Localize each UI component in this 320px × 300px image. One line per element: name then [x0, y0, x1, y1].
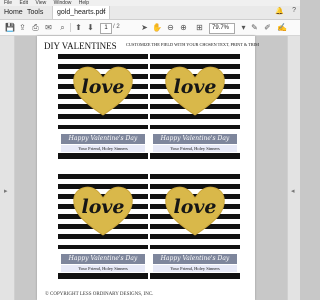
page-title: DIY VALENTINES	[44, 41, 117, 51]
page-down-icon[interactable]: ⬇	[86, 23, 95, 32]
from-field[interactable]: Your Friend, Holey Sinners	[61, 265, 145, 272]
from-field[interactable]: Your Friend, Holey Sinners	[153, 265, 237, 272]
tab-document-label: gold_hearts.pdf	[57, 9, 106, 16]
print-icon[interactable]: ⎙	[31, 23, 40, 32]
divider	[58, 153, 148, 159]
from-field[interactable]: Your Friend, Holey Sinners	[61, 145, 145, 152]
hand-tool-icon[interactable]: ✋	[152, 23, 162, 32]
page-up-icon[interactable]: ⬆	[74, 23, 83, 32]
search-icon[interactable]: ⌕	[58, 23, 67, 32]
toolbar: 💾 ⇪ ⎙ ✉ ⌕ ⬆ ⬇ 1 / 2 ➤ ✋ ⊖ ⊕ ⊞ 79.7% ▾ ✎ …	[0, 20, 300, 36]
valentine-card: love Happy Valentine's Day Your Friend, …	[150, 174, 240, 284]
divider	[58, 129, 148, 132]
divider	[150, 249, 240, 252]
tab-tools[interactable]: Tools	[27, 6, 43, 19]
greeting-banner: Happy Valentine's Day	[153, 254, 237, 264]
tab-home[interactable]: Home	[4, 6, 23, 19]
divider	[150, 129, 240, 132]
help-icon[interactable]: ?	[292, 7, 296, 14]
divider	[58, 249, 148, 252]
heart-text: love	[81, 76, 125, 98]
upload-icon[interactable]: ⇪	[18, 23, 27, 32]
from-field[interactable]: Your Friend, Holey Sinners	[153, 145, 237, 152]
separator	[70, 23, 71, 32]
page-number-input[interactable]: 1	[100, 23, 112, 34]
fit-page-icon[interactable]: ⊞	[195, 23, 204, 32]
zoom-in-icon[interactable]: ⊕	[179, 23, 188, 32]
select-cursor-icon[interactable]: ➤	[140, 23, 149, 32]
tools-dropdown-icon[interactable]: ▾	[239, 23, 248, 32]
tab-bar: Home Tools gold_hearts.pdf × ? 🔔	[0, 6, 300, 20]
copyright-notice: © COPYRIGHT LESS ORDINARY DESIGNS, INC.	[45, 292, 154, 297]
page-count: / 2	[113, 24, 120, 30]
highlight-icon[interactable]: ✐	[263, 23, 272, 32]
zoom-out-icon[interactable]: ⊖	[166, 23, 175, 32]
heart-text: love	[173, 196, 217, 218]
comment-icon[interactable]: ✎	[250, 23, 259, 32]
left-pane: ▸	[0, 36, 15, 300]
divider	[150, 273, 240, 279]
valentine-card: love Happy Valentine's Day Your Friend, …	[150, 54, 240, 164]
heart-text: love	[173, 76, 217, 98]
expand-right-pane-icon[interactable]: ◂	[291, 186, 297, 198]
page-instructions: CUSTOMIZE THE FIELD WITH YOUR CHOSEN TEX…	[126, 42, 259, 47]
document-page: DIY VALENTINES CUSTOMIZE THE FIELD WITH …	[37, 36, 259, 300]
email-icon[interactable]: ✉	[44, 23, 53, 32]
divider	[58, 273, 148, 279]
sign-icon[interactable]: ✍	[277, 23, 287, 32]
expand-left-pane-icon[interactable]: ▸	[4, 186, 10, 198]
greeting-banner: Happy Valentine's Day	[61, 254, 145, 264]
save-icon[interactable]: 💾	[5, 23, 15, 32]
greeting-banner: Happy Valentine's Day	[61, 134, 145, 144]
greeting-banner: Happy Valentine's Day	[153, 134, 237, 144]
bell-icon[interactable]: 🔔	[275, 7, 284, 15]
heart-text: love	[81, 196, 125, 218]
zoom-level-dropdown[interactable]: 79.7%	[209, 23, 235, 34]
valentine-card: love Happy Valentine's Day Your Friend, …	[58, 54, 148, 164]
valentine-card: love Happy Valentine's Day Your Friend, …	[58, 174, 148, 284]
divider	[150, 153, 240, 159]
tab-document[interactable]: gold_hearts.pdf ×	[52, 6, 110, 19]
right-pane: ◂	[287, 36, 300, 300]
close-tab-icon[interactable]: ×	[102, 6, 106, 19]
